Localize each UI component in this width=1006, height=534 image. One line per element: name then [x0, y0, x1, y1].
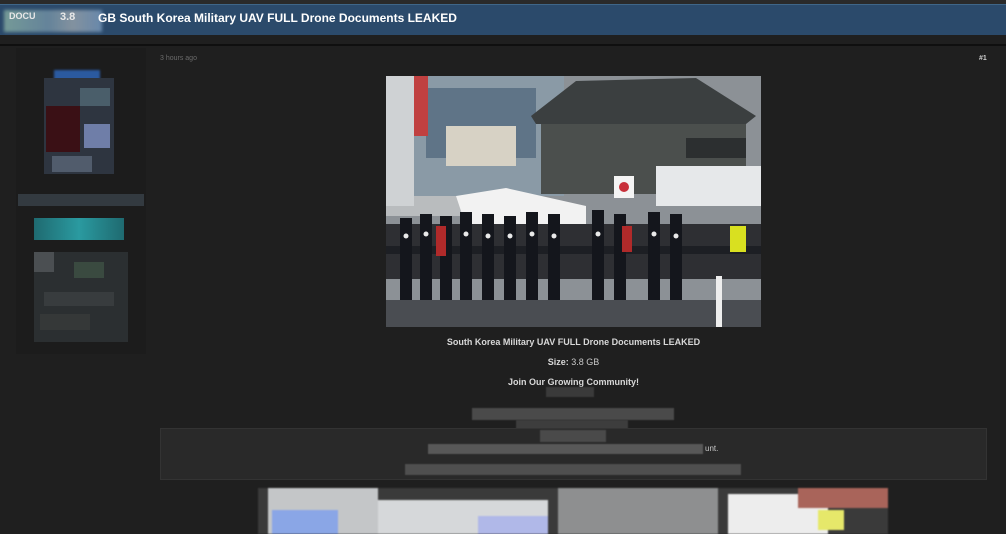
thread-prefix: DOCU	[9, 11, 36, 21]
title-divider	[0, 44, 1006, 46]
user-rank-badge	[34, 218, 124, 240]
redacted-link[interactable]	[546, 387, 594, 397]
size-label: Size:	[547, 357, 569, 367]
user-stats-pixelated	[34, 252, 128, 342]
redacted-line	[428, 444, 703, 454]
thread-title-bar: DOCU 3.8 GB South Korea Military UAV FUL…	[0, 4, 1006, 35]
post-size-line: Size: 3.8 GB	[386, 357, 761, 367]
user-title-pixelated	[18, 194, 144, 206]
post-timestamp[interactable]: 3 hours ago	[160, 55, 197, 62]
user-sidebar-pixelated	[16, 48, 146, 354]
parade-photo	[386, 76, 761, 327]
thread-prefix-size: 3.8	[60, 11, 76, 23]
community-text[interactable]: Join Our Growing Community!	[508, 377, 639, 387]
redacted-line-tail: unt.	[705, 444, 719, 453]
redacted-line	[540, 430, 606, 442]
post-number-link[interactable]: #1	[979, 55, 987, 62]
post-caption-title: South Korea Military UAV FULL Drone Docu…	[386, 337, 761, 347]
thread-title[interactable]: GB South Korea Military UAV FULL Drone D…	[98, 11, 457, 25]
community-line: Join Our Growing Community!	[386, 377, 761, 387]
redacted-line	[405, 464, 741, 475]
post-image[interactable]	[386, 76, 761, 327]
redacted-banner-image[interactable]	[258, 488, 888, 534]
redacted-line	[472, 408, 674, 420]
avatar[interactable]	[44, 78, 114, 174]
size-value: 3.8 GB	[571, 357, 600, 367]
caption-title-text: South Korea Military UAV FULL Drone Docu…	[446, 337, 701, 347]
